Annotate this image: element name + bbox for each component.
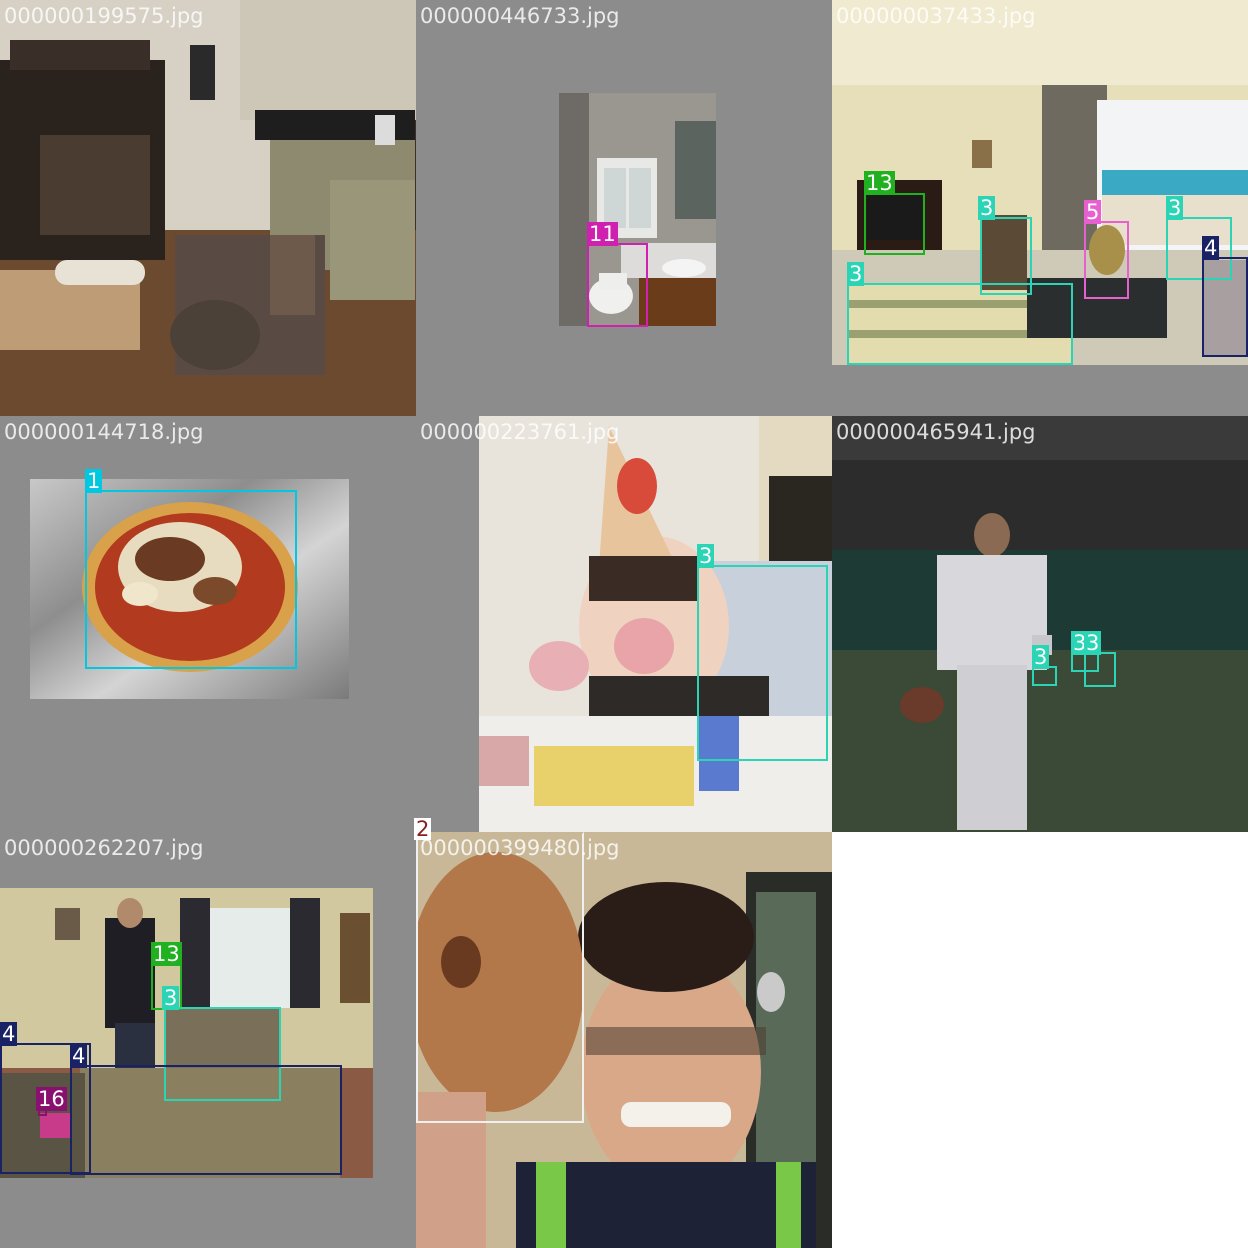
detection-label: 11 bbox=[587, 222, 618, 246]
detection-box bbox=[1032, 666, 1057, 686]
photo-kitchen bbox=[0, 0, 416, 416]
detection-label: 1 bbox=[85, 469, 103, 493]
detection-label: 4 bbox=[70, 1044, 88, 1068]
detection-label: 3 bbox=[1084, 631, 1102, 655]
detection-box bbox=[1202, 257, 1248, 357]
filename-label: 000000144718.jpg bbox=[4, 420, 204, 444]
detection-box bbox=[1084, 652, 1116, 687]
mosaic-tile-8: 000000399480.jpg bbox=[416, 832, 832, 1248]
mosaic-tile-5: 000000223761.jpg 3 bbox=[416, 416, 832, 832]
detection-box bbox=[70, 1065, 342, 1175]
detection-label: 13 bbox=[864, 171, 895, 195]
filename-label: 000000399480.jpg bbox=[420, 836, 620, 860]
detection-box bbox=[587, 243, 648, 327]
detection-label: 3 bbox=[1166, 196, 1184, 220]
mosaic-tile-1: 000000199575.jpg bbox=[0, 0, 416, 416]
detection-box bbox=[1084, 221, 1129, 299]
detection-label: 5 bbox=[1084, 200, 1102, 224]
detection-label: 3 bbox=[978, 196, 996, 220]
detection-label: 3 bbox=[847, 262, 865, 286]
mosaic-tile-3: 000000037433.jpg 13 3 5 3 4 3 bbox=[832, 0, 1248, 416]
mosaic-tile-4: 000000144718.jpg 1 bbox=[0, 416, 416, 832]
filename-label: 000000446733.jpg bbox=[420, 4, 620, 28]
detection-box bbox=[697, 565, 828, 761]
detection-label: 4 bbox=[0, 1022, 18, 1046]
mosaic-tile-6: 000000465941.jpg 3 3 3 bbox=[832, 416, 1248, 832]
filename-label: 000000037433.jpg bbox=[836, 4, 1036, 28]
detection-box bbox=[847, 283, 1073, 365]
detection-label: 4 bbox=[1202, 236, 1220, 260]
kitchen-scene bbox=[0, 0, 416, 416]
detection-box bbox=[85, 490, 297, 669]
detection-label: 3 bbox=[697, 544, 715, 568]
filename-label: 000000262207.jpg bbox=[4, 836, 204, 860]
detection-label: 16 bbox=[36, 1087, 67, 1111]
detection-box bbox=[416, 832, 584, 1123]
detection-label: 3 bbox=[1032, 645, 1050, 669]
mosaic-tile-7: 000000262207.jpg 13 3 4 4 16 bbox=[0, 832, 416, 1248]
detection-box bbox=[864, 193, 925, 255]
detection-label: 13 bbox=[151, 942, 182, 966]
filename-label: 000000223761.jpg bbox=[420, 420, 620, 444]
detection-label: 3 bbox=[162, 986, 180, 1010]
filename-label: 000000199575.jpg bbox=[4, 4, 204, 28]
filename-label: 000000465941.jpg bbox=[836, 420, 1036, 444]
mosaic-tile-2: 000000446733.jpg 11 bbox=[416, 0, 832, 416]
